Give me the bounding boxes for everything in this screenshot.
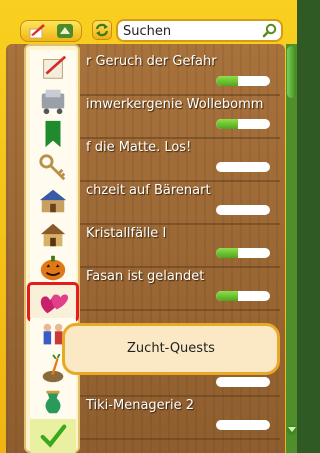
tooltip-text: Zucht-Quests <box>127 341 215 356</box>
quest-progress-bar <box>216 377 270 387</box>
filter-option-green-vase[interactable] <box>30 385 76 419</box>
chevron-up-icon <box>57 24 73 38</box>
scrollbar[interactable] <box>286 44 297 453</box>
filter-option-house[interactable] <box>30 217 76 252</box>
quest-progress-fill <box>216 119 238 129</box>
search-input[interactable] <box>123 23 253 39</box>
quest-progress-bar <box>216 291 270 301</box>
cart-icon <box>41 89 65 114</box>
quest-progress-bar <box>216 205 270 215</box>
quest-title: imwerkergenie Wollebomm <box>86 97 264 112</box>
quest-progress-fill <box>216 291 238 301</box>
filter-dropdown-button[interactable] <box>20 20 82 42</box>
quest-title: chzeit auf Bärenart <box>86 183 211 198</box>
quest-progress-bar <box>216 162 270 172</box>
row-divider <box>80 438 280 440</box>
quest-title: Kristallfälle I <box>86 226 167 241</box>
quest-title: Tiki-Menagerie 2 <box>86 398 195 413</box>
quest-title: r Geruch der Gefahr <box>86 54 217 69</box>
quill-icon <box>29 24 45 39</box>
bookmark-icon <box>45 120 61 148</box>
quest-progress-bar <box>216 119 270 129</box>
filter-option-cart[interactable] <box>30 83 76 118</box>
scrollbar-thumb[interactable] <box>287 46 296 98</box>
key-icon <box>39 153 66 180</box>
refresh-icon <box>95 23 109 37</box>
quest-row[interactable]: chzeit auf Bärenart <box>80 181 280 225</box>
pumpkin-icon <box>40 255 66 281</box>
filter-option-pumpkin[interactable] <box>30 251 76 285</box>
filter-option-key[interactable] <box>30 150 76 185</box>
palace-icon <box>39 189 67 213</box>
quest-row[interactable]: imwerkergenie Wollebomm <box>80 95 280 139</box>
search-box <box>116 19 283 42</box>
quest-progress-bar <box>216 420 270 430</box>
tooltip: Zucht-Quests <box>62 323 280 375</box>
filter-option-palace[interactable] <box>30 184 76 218</box>
checkmark-icon <box>40 424 67 448</box>
quest-progress-fill <box>216 76 238 86</box>
quill-scroll-icon <box>43 55 67 79</box>
filter-option-hearts[interactable] <box>27 281 79 322</box>
quest-row[interactable]: r Geruch der Gefahr <box>80 52 280 96</box>
refresh-button[interactable] <box>92 20 112 40</box>
quest-progress-bar <box>216 248 270 258</box>
search-icon[interactable] <box>262 23 278 39</box>
quest-progress-fill <box>216 248 238 258</box>
filter-option-checkmark[interactable] <box>30 418 76 453</box>
scroll-down-button[interactable] <box>287 425 296 435</box>
quest-title: f die Matte. Los! <box>86 140 192 155</box>
quest-title: Fasan ist gelandet <box>86 269 205 284</box>
house-icon <box>40 223 66 246</box>
quest-progress-bar <box>216 76 270 86</box>
filter-option-bookmark[interactable] <box>30 117 76 151</box>
quest-row[interactable]: Tiki-Menagerie 2 <box>80 396 280 440</box>
quest-row[interactable]: Fasan ist gelandet <box>80 267 280 311</box>
filter-option-quill-scroll[interactable] <box>30 50 76 84</box>
quest-row[interactable]: Kristallfälle I <box>80 224 280 268</box>
hearts-icon <box>40 294 69 313</box>
toolbar <box>0 0 297 44</box>
green-vase-icon <box>45 390 61 414</box>
quest-filter-menu <box>24 44 80 453</box>
quest-row[interactable]: f die Matte. Los! <box>80 138 280 182</box>
